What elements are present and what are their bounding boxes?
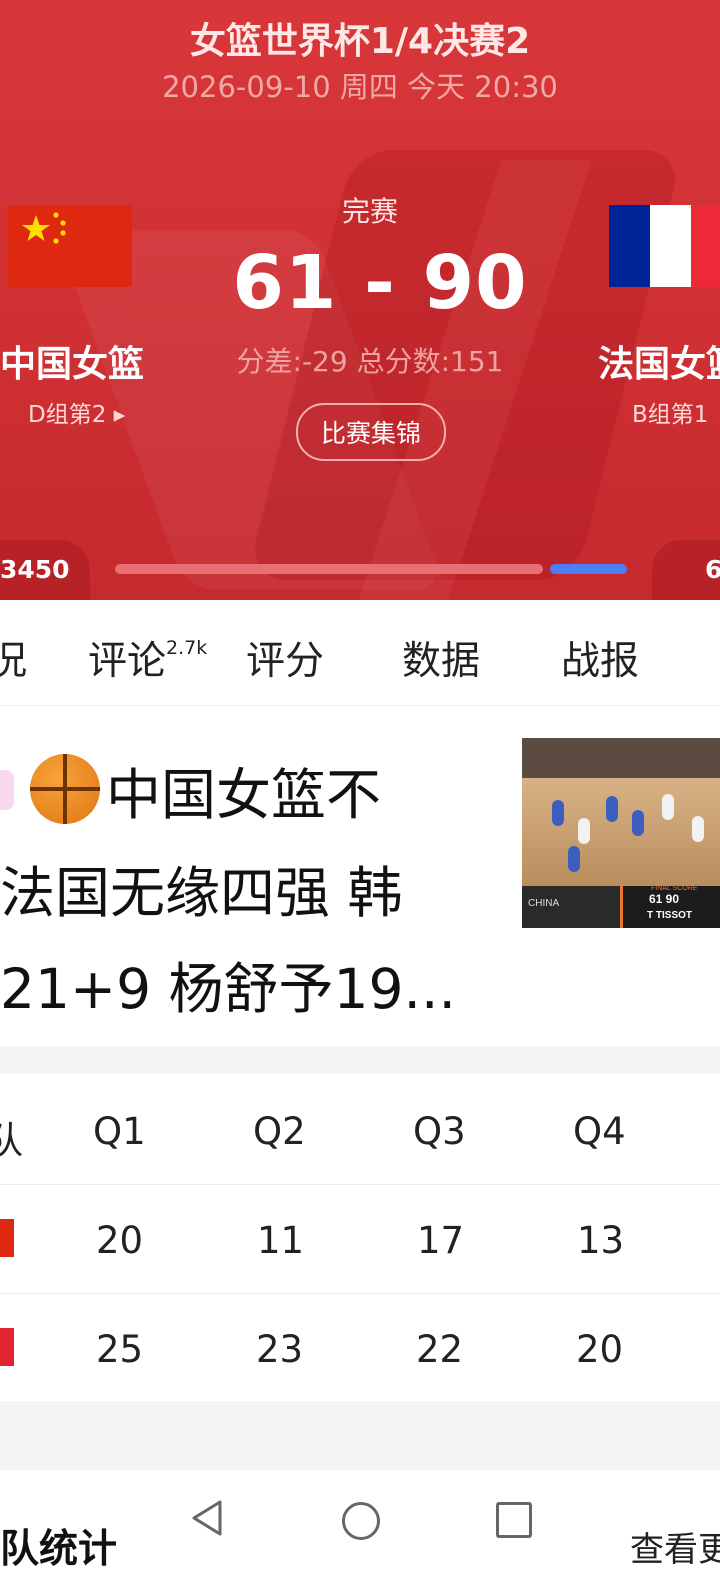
away-flag-chip [0, 1328, 14, 1366]
row-divider [0, 1293, 720, 1294]
home-flag-chip [0, 1219, 14, 1257]
table-cell: 17 [417, 1219, 465, 1262]
column-header: Q1 [93, 1110, 146, 1153]
tab-data[interactable]: 数据 [402, 630, 480, 686]
match-title: 女篮世界杯1/4决赛2 [189, 21, 531, 62]
tab-comments[interactable]: 评论2.7k [88, 630, 207, 686]
tab-label: 评分 [246, 639, 325, 684]
quarter-score-table: 队 Q1 Q2 Q3 Q4 20 11 17 13 25 23 22 20 [0, 1074, 720, 1404]
tab-bar: 况 评论2.7k 评分 数据 战报 [0, 600, 720, 706]
away-popularity: 6 [705, 555, 720, 584]
thumbnail-player [552, 800, 564, 826]
thumbnail-team-label: CHINA [528, 898, 560, 909]
table-cell: 20 [576, 1328, 624, 1371]
thumbnail-sponsor: T TISSOT [647, 910, 692, 921]
highlights-button[interactable]: 比赛集锦 [296, 403, 446, 461]
tab-label: 数据 [402, 639, 481, 684]
thumbnail-scorebox: FINAL SCORE 61 90 T TISSOT [620, 885, 720, 928]
table-cell: 13 [577, 1219, 625, 1262]
column-header: Q4 [573, 1110, 626, 1153]
match-datetime: 2026-09-10 周四 今天 20:30 [162, 70, 558, 104]
thumbnail-player [568, 846, 580, 872]
news-thumbnail[interactable]: CHINA FINAL SCORE 61 90 T TISSOT [522, 738, 720, 928]
tab-report[interactable]: 战报 [561, 630, 639, 686]
basketball-icon [30, 754, 100, 824]
section-divider [0, 1404, 720, 1470]
thumbnail-court [522, 778, 720, 888]
table-cell: 23 [256, 1328, 304, 1371]
column-header: Q3 [413, 1110, 466, 1153]
home-icon[interactable] [342, 1502, 380, 1540]
tab-overview[interactable]: 况 [0, 630, 27, 686]
away-support-bar [550, 564, 627, 574]
tab-label: 战报 [561, 639, 640, 684]
home-support-bar [115, 564, 543, 574]
tab-label: 评论 [88, 639, 167, 684]
thumbnail-score: 61 90 [649, 892, 680, 906]
thumbnail-player [692, 816, 704, 842]
headline-text: 中国女篮不 [106, 763, 382, 827]
headline-line: 21+9 杨舒予19... [0, 957, 456, 1021]
recent-apps-icon[interactable] [496, 1502, 532, 1538]
thumbnail-player [662, 794, 674, 820]
table-cell: 20 [96, 1219, 144, 1262]
news-card[interactable]: 中国女篮不 法国无缘四强 韩 21+9 杨舒予19... CHINA FINAL… [0, 706, 720, 1046]
match-status: 完赛 [341, 195, 398, 228]
comment-count-badge: 2.7k [166, 637, 208, 659]
table-cell: 25 [96, 1328, 144, 1371]
thumbnail-player [606, 796, 618, 822]
section-divider [0, 1046, 720, 1074]
headline-line: 法国无缘四强 韩 [0, 861, 403, 925]
column-header: Q2 [253, 1110, 306, 1153]
column-header: 队 [0, 1119, 23, 1162]
row-divider [0, 1402, 720, 1403]
table-cell: 11 [257, 1219, 305, 1262]
tag-chip [0, 770, 14, 810]
thumbnail-crowd [522, 738, 720, 778]
match-header: 女篮世界杯1/4决赛2 2026-09-10 周四 今天 20:30 完赛 61… [0, 0, 720, 600]
away-team-name[interactable]: 法国女篮 [598, 335, 720, 387]
home-team-group[interactable]: D组第2 ▸ [28, 395, 125, 429]
thumbnail-final-label: FINAL SCORE [651, 885, 698, 892]
tab-label: 况 [0, 639, 28, 684]
row-divider [0, 1184, 720, 1185]
tab-rating[interactable]: 评分 [246, 630, 324, 686]
home-team-name[interactable]: 中国女篮 [0, 335, 144, 387]
thumbnail-player [578, 818, 590, 844]
away-team-group[interactable]: B组第1 [632, 395, 708, 429]
system-nav-bar [0, 1490, 720, 1560]
home-popularity: 3450 [0, 555, 70, 584]
back-icon[interactable] [190, 1498, 224, 1542]
table-cell: 22 [416, 1328, 464, 1371]
match-score: 61 - 90 [232, 240, 528, 326]
thumbnail-player [632, 810, 644, 836]
headline-line: 中国女篮不 [0, 750, 381, 830]
